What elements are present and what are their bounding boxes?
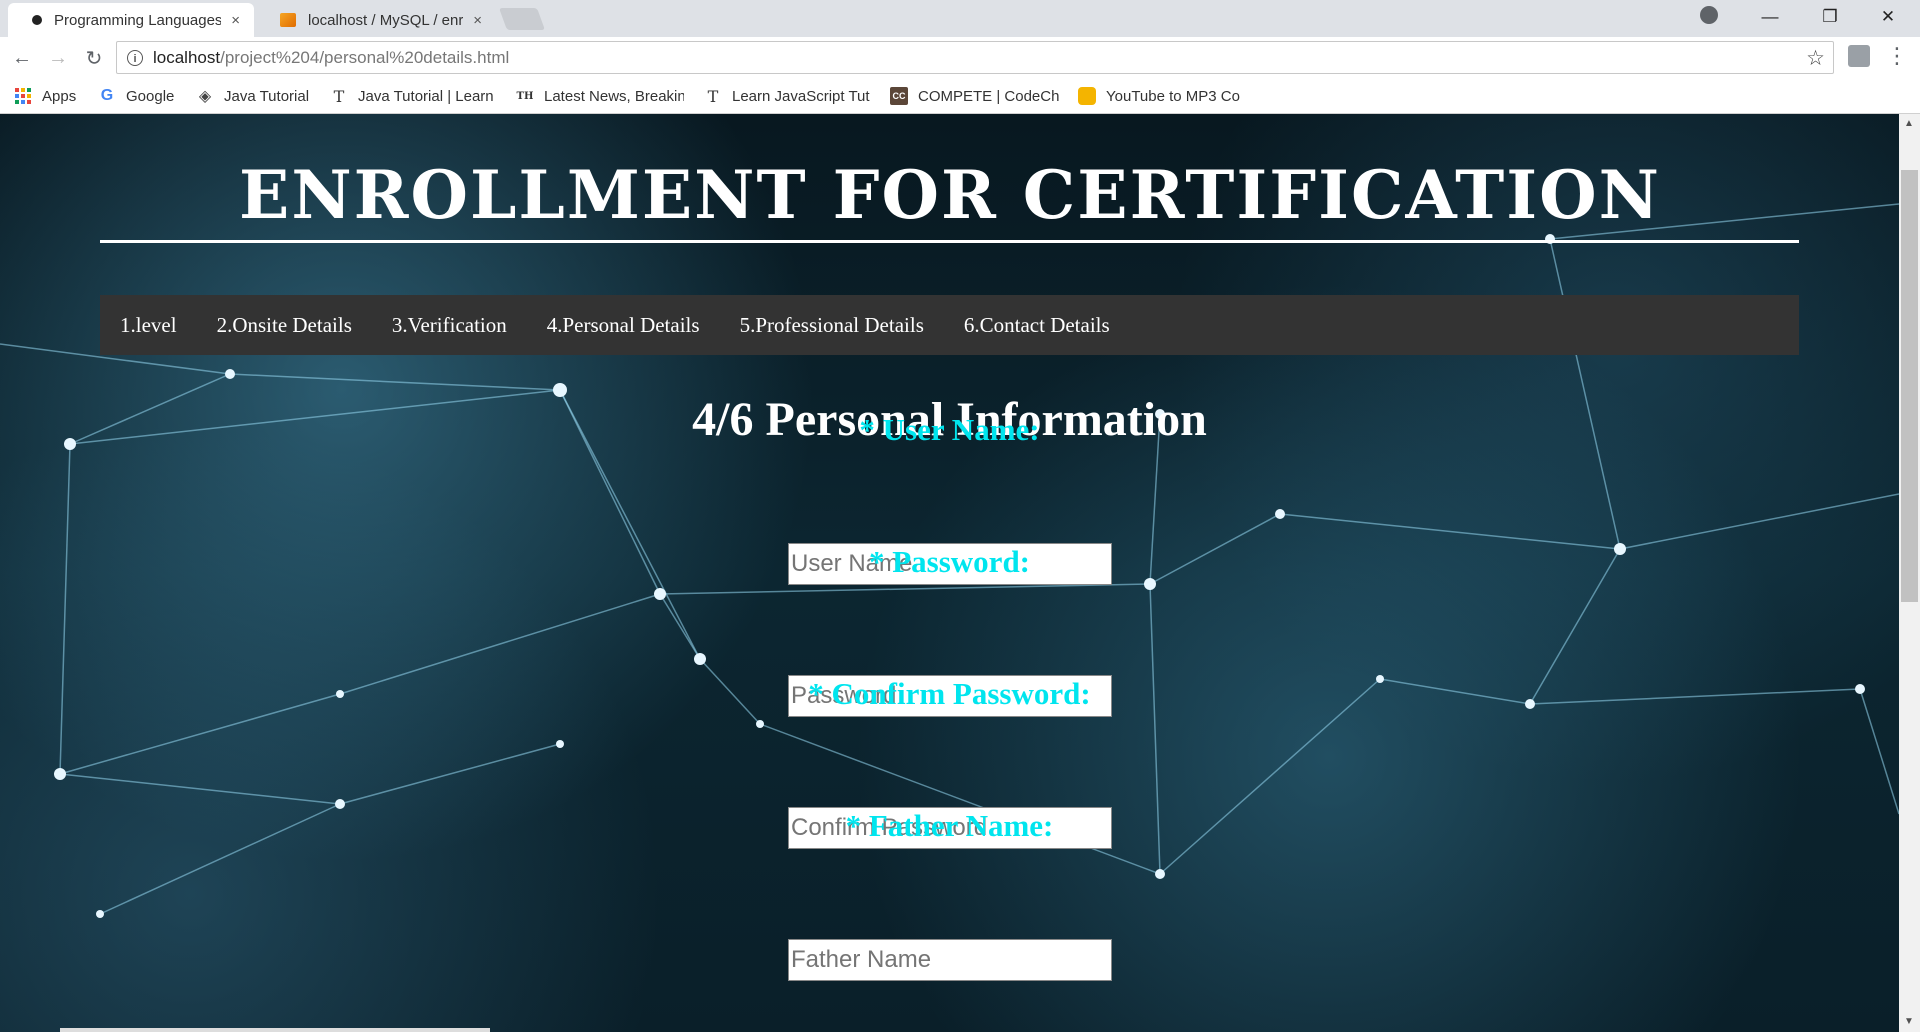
close-window-button[interactable]: ✕ [1860,0,1916,34]
url-host: localhost [153,47,221,67]
scroll-up-icon[interactable]: ▲ [1904,118,1914,129]
father-name-input[interactable] [788,939,1112,981]
tab-programming-languages[interactable]: Programming Languages × [8,3,254,37]
extension-icon[interactable] [1848,45,1870,67]
yt-mp3-icon [1078,87,1096,105]
bookmark-latest-news[interactable]: TH Latest News, Breakin [516,85,684,107]
close-icon[interactable]: × [473,12,482,29]
father-name-label: * Father Name: [845,808,1054,843]
profile-icon[interactable] [1700,6,1718,24]
page-favicon-icon [32,15,42,25]
google-g-icon: G [100,87,114,104]
tab-phpmyadmin[interactable]: localhost / MySQL / enro × [256,3,496,37]
bookmark-label: Learn JavaScript Tut [732,87,870,105]
bookmark-youtube-mp3[interactable]: YouTube to MP3 Co [1078,85,1250,107]
tab-label: localhost / MySQL / enro [308,11,464,29]
reload-button[interactable]: ↻ [80,44,108,72]
t-letter-icon: T [333,86,345,106]
heading-divider [100,240,1799,243]
bookmark-label: Apps [42,87,77,105]
nav-onsite-details[interactable]: 2.Onsite Details [217,313,352,338]
restore-button[interactable]: ❐ [1802,0,1858,34]
bookmark-label: YouTube to MP3 Co [1106,87,1240,105]
bookmark-java-tutorial-learn[interactable]: T Java Tutorial | Learn [330,85,495,107]
info-icon[interactable]: i [127,49,143,66]
codechef-cc-icon: CC [890,87,908,105]
th-letters-icon: TH [516,90,534,102]
password-label: * Password: [868,544,1031,579]
bookmarks-bar: Apps G Google ◈ Java Tutorial T Java Tut… [0,79,1920,114]
nav-personal-details[interactable]: 4.Personal Details [547,313,700,338]
username-label: * User Name: [859,412,1040,447]
new-tab-button[interactable] [498,8,546,30]
menu-icon[interactable]: ⋮ [1886,43,1908,69]
nav-professional-details[interactable]: 5.Professional Details [740,313,924,338]
nav-verification[interactable]: 3.Verification [392,313,507,338]
bookmark-label: Java Tutorial [224,87,310,105]
url-path: /project%204/personal%20details.html [220,47,510,67]
bookmark-label: COMPETE | CodeChe [918,87,1060,105]
tab-label: Programming Languages [54,11,222,29]
bookmark-apps[interactable]: Apps [14,85,76,107]
minimize-button[interactable]: — [1742,0,1798,34]
bookmark-java-tutorial[interactable]: ◈ Java Tutorial [196,85,309,107]
apps-grid-icon [14,87,32,105]
t-letter-icon: T [707,86,719,106]
back-button[interactable]: ← [8,44,36,72]
browser-toolbar: ← → ↻ i localhost/project%204/personal%2… [0,37,1920,79]
page-title: ENROLLMENT FOR CERTIFICATION [239,156,1661,234]
step-navbar: 1.level 2.Onsite Details 3.Verification … [100,295,1799,355]
bookmark-codechef[interactable]: CC COMPETE | CodeChe [890,85,1060,107]
tab-strip: Programming Languages × localhost / MySQ… [0,0,1920,37]
address-bar[interactable]: i localhost/project%204/personal%20detai… [116,41,1834,74]
bookmark-google[interactable]: G Google [98,85,175,107]
nav-level[interactable]: 1.level [120,313,177,338]
java-tutorial-icon: ◈ [198,88,212,105]
horizontal-scroll-hint [60,1028,490,1032]
vertical-scrollbar[interactable]: ▲ ▼ [1899,114,1920,1032]
url-text[interactable]: localhost/project%204/personal%20details… [153,48,509,68]
phpmyadmin-favicon-icon [280,13,296,27]
bookmark-label: Java Tutorial | Learn [358,87,494,105]
bookmark-label: Google [126,87,175,105]
forward-button[interactable]: → [44,44,72,72]
scroll-down-icon[interactable]: ▼ [1904,1016,1914,1027]
bookmark-star-icon[interactable]: ☆ [1806,46,1825,71]
confirm-password-label: * Confirm Password: [808,676,1091,711]
bookmark-learn-javascript[interactable]: T Learn JavaScript Tut [704,85,874,107]
bookmark-label: Latest News, Breakin [544,87,684,105]
nav-contact-details[interactable]: 6.Contact Details [964,313,1110,338]
page-viewport: ENROLLMENT FOR CERTIFICATION 1.level 2.O… [0,114,1899,1032]
scrollbar-thumb[interactable] [1901,170,1918,602]
close-icon[interactable]: × [231,12,240,29]
